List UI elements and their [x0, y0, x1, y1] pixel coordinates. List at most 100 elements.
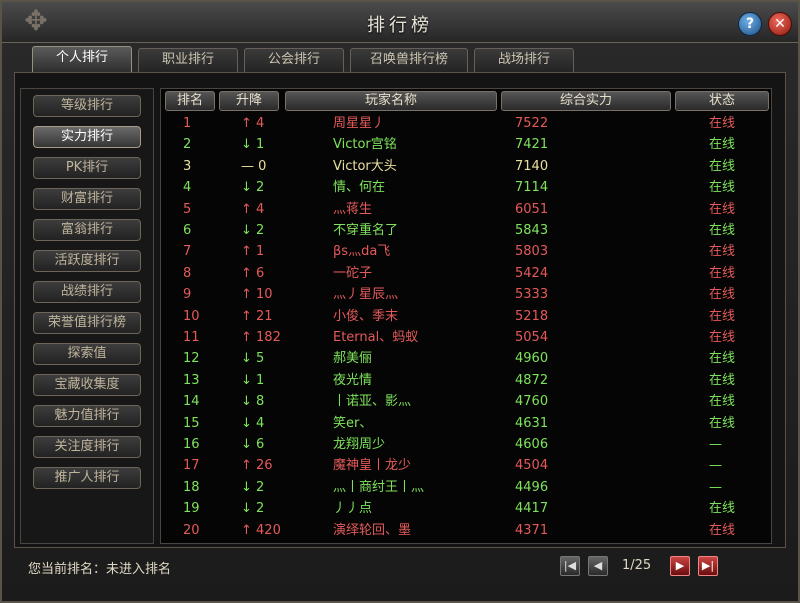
- table-row[interactable]: 8 ↑ 6 一砣子 5424 在线: [161, 263, 773, 284]
- table-row[interactable]: 4 ↓ 2 情、何在 7114 在线: [161, 177, 773, 198]
- tab-2[interactable]: 公会排行: [244, 48, 344, 72]
- sidebar-item-4[interactable]: 富翁排行: [33, 219, 141, 241]
- next-page-icon: ▶: [675, 559, 685, 572]
- player-name-cell: 丿丿点: [333, 501, 373, 517]
- change-cell: ↓ 4: [241, 415, 265, 431]
- player-name-cell: 龙翔周少: [333, 437, 386, 452]
- power-cell: 4606: [515, 437, 549, 452]
- player-name-cell: 灬丿星辰灬: [333, 287, 399, 303]
- rank-cell: 19: [183, 501, 200, 517]
- status-cell: 在线: [709, 201, 736, 217]
- first-page-button[interactable]: |◀: [560, 556, 580, 576]
- change-cell: ↑ 4: [241, 201, 265, 217]
- status-cell: 在线: [709, 308, 736, 324]
- status-cell: 在线: [709, 287, 736, 303]
- table-row[interactable]: 9 ↑ 10 灬丿星辰灬 5333 在线: [161, 284, 773, 305]
- change-cell: ↑ 182: [241, 330, 281, 345]
- table-row[interactable]: 16 ↓ 6 龙翔周少 4606 —: [161, 434, 773, 455]
- change-cell: ↓ 2: [241, 479, 265, 495]
- status-cell: 在线: [709, 501, 736, 517]
- power-cell: 4960: [515, 351, 549, 367]
- player-name-cell: 情、何在: [333, 180, 386, 196]
- sidebar-item-7[interactable]: 荣誉值排行榜: [33, 312, 141, 334]
- question-icon: ?: [745, 16, 755, 32]
- table-row[interactable]: 19 ↓ 2 丿丿点 4417 在线: [161, 498, 773, 519]
- rank-cell: 18: [183, 479, 200, 495]
- table-row[interactable]: 3 — 0 Victor大头 7140 在线: [161, 156, 773, 177]
- rank-cell: 5: [183, 201, 192, 217]
- sidebar-item-1[interactable]: 实力排行: [33, 126, 141, 148]
- rank-cell: 8: [183, 265, 192, 281]
- header-change[interactable]: 升降: [219, 91, 279, 111]
- table-row[interactable]: 13 ↓ 1 夜光情 4872 在线: [161, 370, 773, 391]
- player-name-cell: 郝美俪: [333, 351, 373, 367]
- header-status[interactable]: 状态: [675, 91, 769, 111]
- sidebar-item-0[interactable]: 等级排行: [33, 95, 141, 117]
- change-cell: ↓ 5: [241, 351, 265, 367]
- rank-cell: 12: [183, 351, 200, 367]
- power-cell: 4496: [515, 479, 549, 495]
- change-cell: ↑ 1: [241, 244, 265, 260]
- table-row[interactable]: 11 ↑ 182 Eternal、蚂蚁 5054 在线: [161, 327, 773, 348]
- power-cell: 7421: [515, 137, 549, 153]
- player-name-cell: 演绎轮回、墨: [333, 522, 412, 538]
- table-row[interactable]: 12 ↓ 5 郝美俪 4960 在线: [161, 348, 773, 369]
- power-cell: 4631: [515, 415, 549, 431]
- status-cell: 在线: [709, 265, 736, 281]
- table-row[interactable]: 10 ↑ 21 小俊、季末 5218 在线: [161, 306, 773, 327]
- sidebar-item-8[interactable]: 探索值: [33, 343, 141, 365]
- power-cell: 5333: [515, 287, 549, 303]
- header-rank[interactable]: 排名: [165, 91, 215, 111]
- sidebar-item-9[interactable]: 宝藏收集度: [33, 374, 141, 396]
- table-row[interactable]: 6 ↓ 2 不穿重名了 5843 在线: [161, 220, 773, 241]
- player-name-cell: 周星星丿: [333, 116, 386, 131]
- status-cell: 在线: [709, 223, 736, 238]
- table-row[interactable]: 1 ↑ 4 周星星丿 7522 在线: [161, 113, 773, 134]
- player-name-cell: Victor大头: [333, 158, 397, 174]
- table-row[interactable]: 5 ↑ 4 灬蒋生 6051 在线: [161, 199, 773, 220]
- tab-3[interactable]: 召唤兽排行榜: [350, 48, 468, 72]
- tab-4[interactable]: 战场排行: [474, 48, 574, 72]
- table-row[interactable]: 17 ↑ 26 魔神皇丨龙少 4504 —: [161, 455, 773, 476]
- tab-0[interactable]: 个人排行: [32, 46, 132, 72]
- sidebar-item-5[interactable]: 活跃度排行: [33, 250, 141, 272]
- table-row[interactable]: 18 ↓ 2 灬丨商纣王丨灬 4496 —: [161, 477, 773, 498]
- status-cell: —: [709, 458, 722, 474]
- prev-page-button[interactable]: ◀: [588, 556, 608, 576]
- next-page-button[interactable]: ▶: [670, 556, 690, 576]
- table-row[interactable]: 14 ↓ 8 丨诺亚、影灬 4760 在线: [161, 391, 773, 412]
- power-cell: 5803: [515, 244, 549, 260]
- rank-cell: 16: [183, 437, 200, 452]
- status-cell: 在线: [709, 394, 736, 410]
- tab-1[interactable]: 职业排行: [138, 48, 238, 72]
- header-player-name[interactable]: 玩家名称: [285, 91, 497, 111]
- close-icon: ✕: [774, 16, 786, 32]
- table-row[interactable]: 2 ↓ 1 Victor宫铭 7421 在线: [161, 134, 773, 155]
- rank-cell: 17: [183, 458, 200, 474]
- sidebar-item-2[interactable]: PK排行: [33, 157, 141, 179]
- power-cell: 4872: [515, 372, 549, 388]
- sidebar-item-6[interactable]: 战绩排行: [33, 281, 141, 303]
- power-cell: 7522: [515, 116, 549, 131]
- power-cell: 4504: [515, 458, 549, 474]
- power-cell: 4371: [515, 522, 549, 538]
- player-name-cell: 灬蒋生: [333, 201, 373, 217]
- table-row[interactable]: 15 ↓ 4 笑er、 4631 在线: [161, 413, 773, 434]
- change-cell: — 0: [241, 158, 267, 174]
- power-cell: 5054: [515, 330, 549, 345]
- table-row[interactable]: 20 ↑ 420 演绎轮回、墨 4371 在线: [161, 520, 773, 541]
- help-button[interactable]: ?: [738, 12, 762, 36]
- change-cell: ↓ 2: [241, 180, 265, 196]
- sidebar-item-3[interactable]: 财富排行: [33, 188, 141, 210]
- player-name-cell: Eternal、蚂蚁: [333, 330, 419, 345]
- table-row[interactable]: 7 ↑ 1 βs灬da飞 5803 在线: [161, 241, 773, 262]
- player-name-cell: 夜光情: [333, 372, 373, 388]
- player-name-cell: Victor宫铭: [333, 137, 397, 153]
- header-power[interactable]: 综合实力: [501, 91, 671, 111]
- sidebar-item-12[interactable]: 推广人排行: [33, 467, 141, 489]
- sidebar-item-11[interactable]: 关注度排行: [33, 436, 141, 458]
- last-page-button[interactable]: ▶|: [698, 556, 718, 576]
- close-button[interactable]: ✕: [768, 12, 792, 36]
- sidebar-item-10[interactable]: 魅力值排行: [33, 405, 141, 427]
- status-cell: 在线: [709, 522, 736, 538]
